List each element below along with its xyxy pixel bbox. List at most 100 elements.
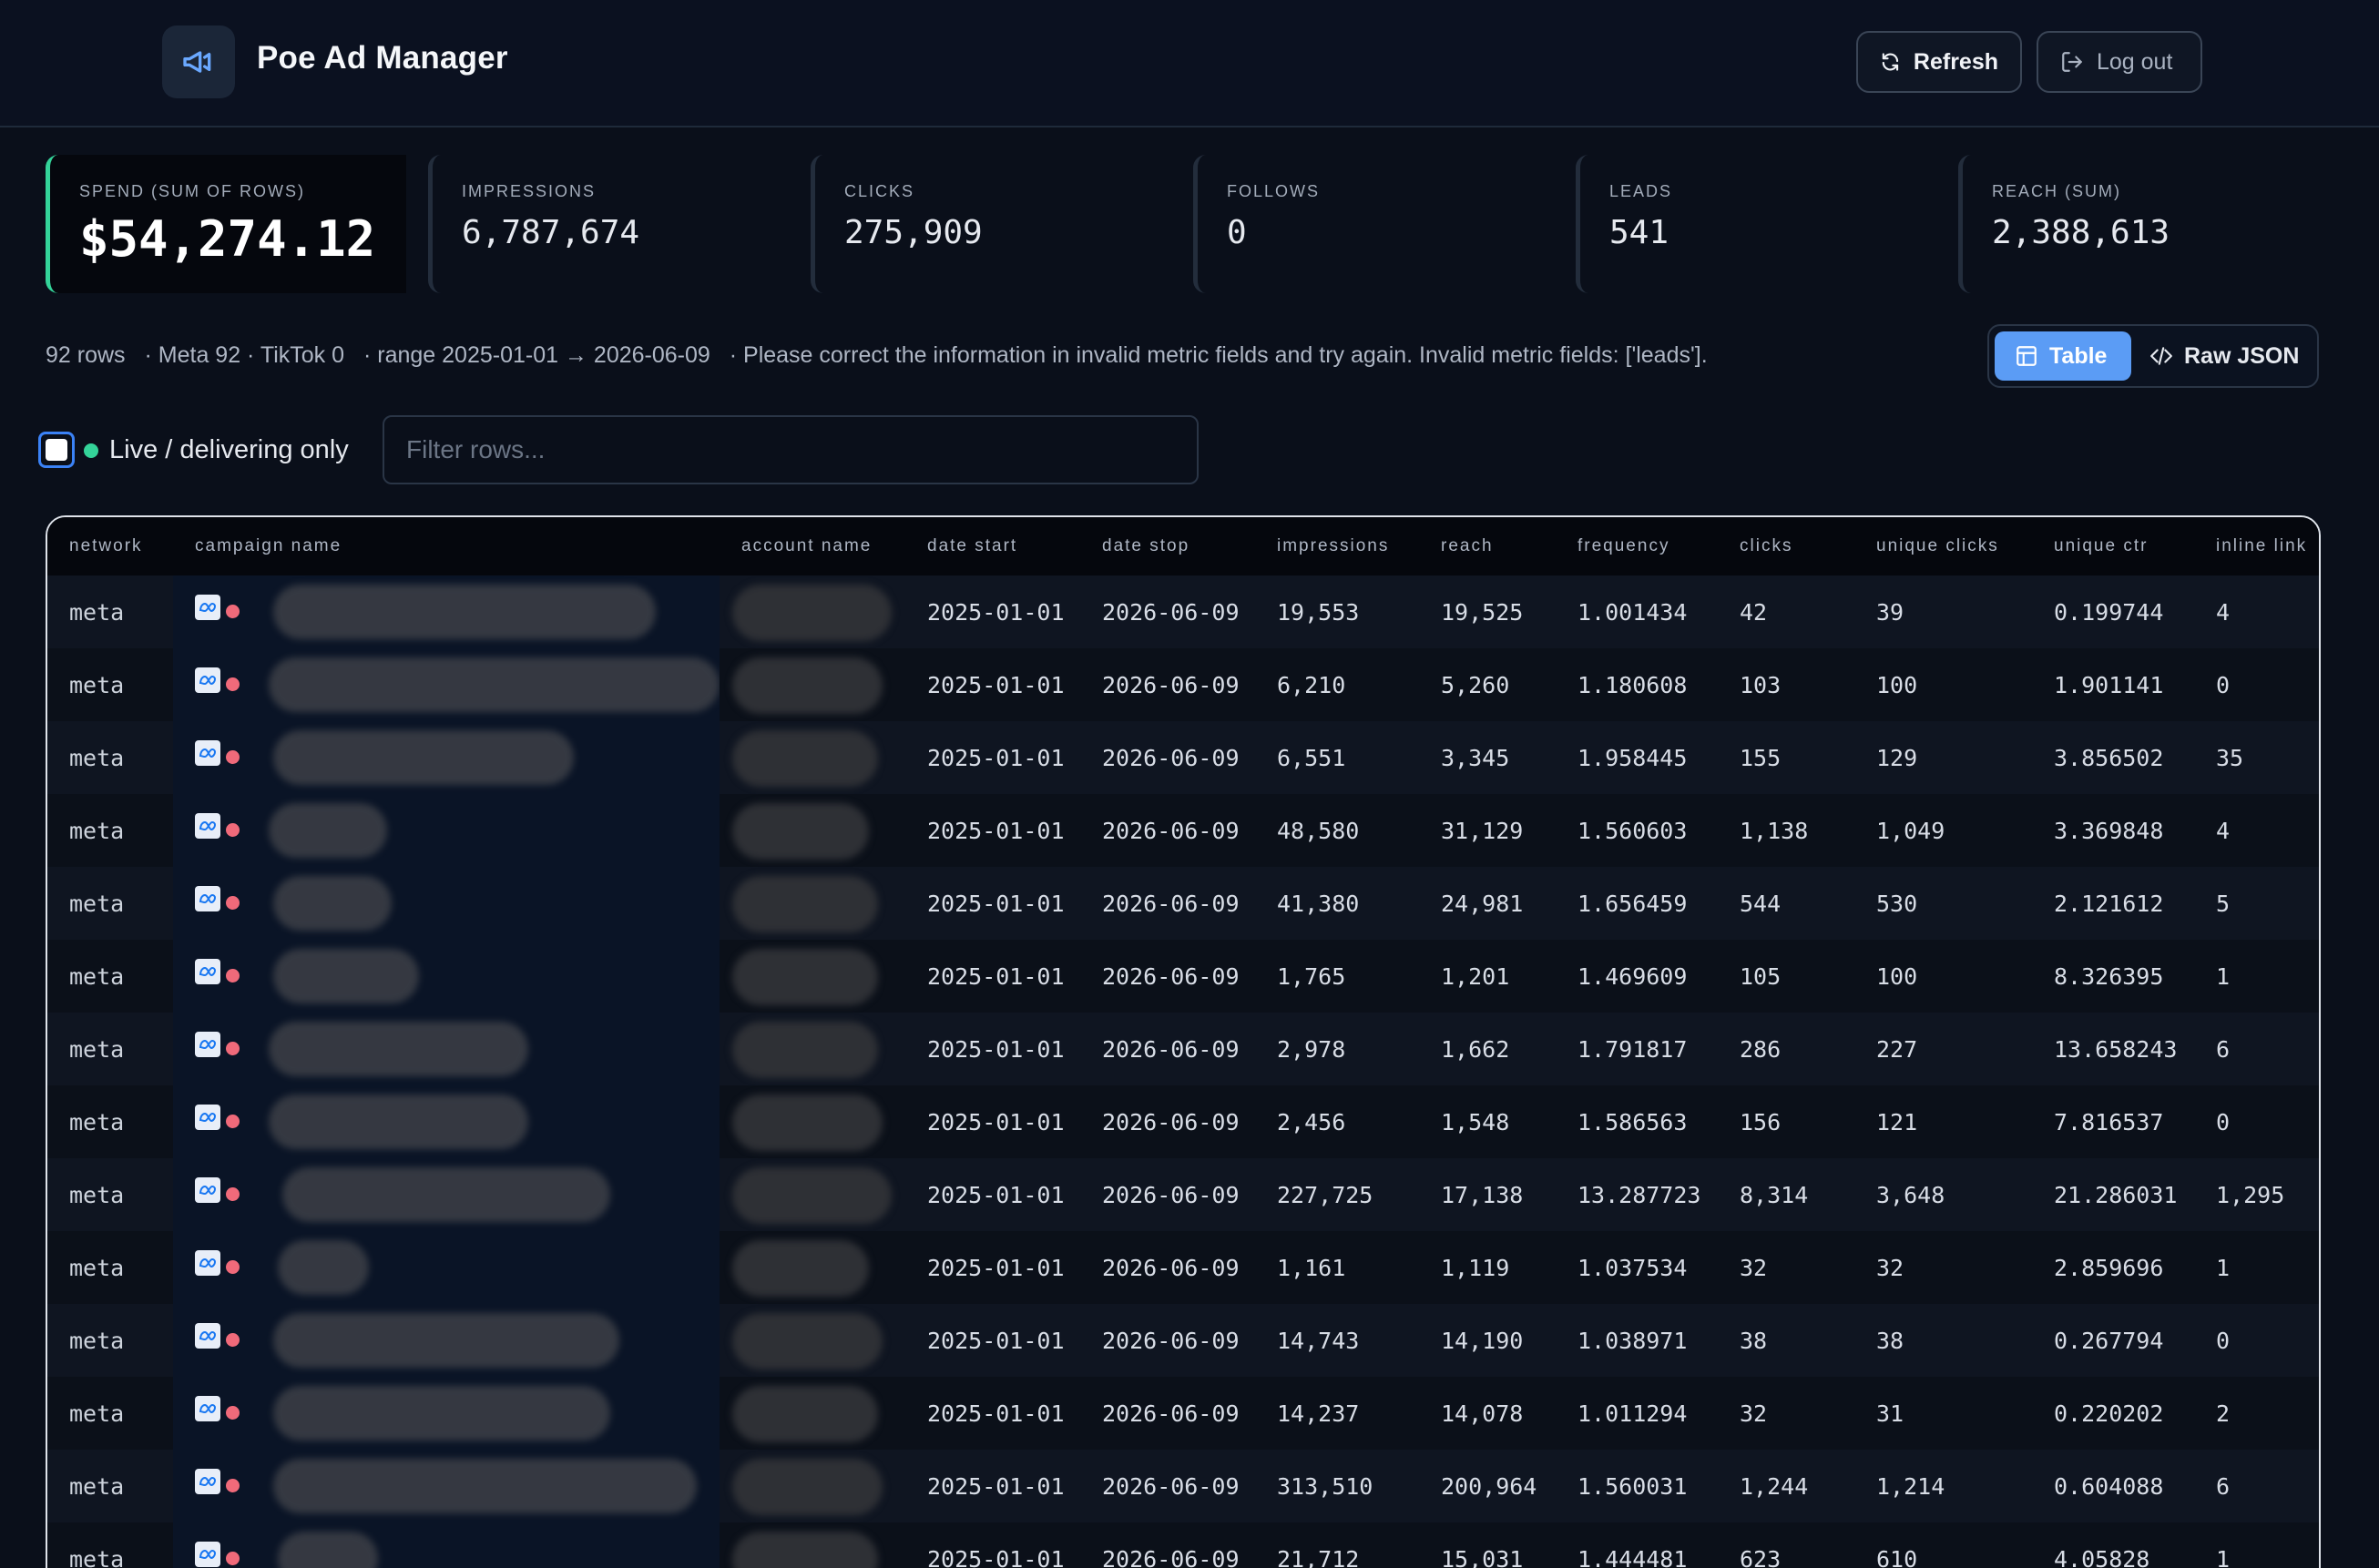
live-only-checkbox[interactable] bbox=[38, 432, 75, 468]
cell-network: meta bbox=[47, 648, 173, 721]
table-row[interactable]: meta 2025-01-01 2026-06-09 6,210 5,260 1.1806… bbox=[47, 648, 2319, 721]
col-header-date-start[interactable]: date start bbox=[905, 517, 1080, 575]
redacted-campaign-name bbox=[273, 1459, 697, 1513]
cell-date-stop: 2026-06-09 bbox=[1080, 1304, 1255, 1377]
stat-card-impressions: IMPRESSIONS 6,787,674 bbox=[428, 155, 789, 293]
cell-unique-clicks: 1,214 bbox=[1854, 1450, 2032, 1522]
stat-label: CLICKS bbox=[844, 182, 915, 200]
col-header-inline-link[interactable]: inline link bbox=[2194, 517, 2319, 575]
cell-unique-ctr: 0.199744 bbox=[2032, 575, 2194, 648]
redacted-account-name bbox=[732, 1095, 883, 1151]
cell-account-name bbox=[720, 940, 905, 1013]
cell-reach: 14,190 bbox=[1419, 1304, 1556, 1377]
meta-logo-icon bbox=[195, 1542, 220, 1567]
col-header-date-stop[interactable]: date stop bbox=[1080, 517, 1255, 575]
raw-json-button[interactable]: Raw JSON bbox=[2148, 331, 2312, 381]
table-row[interactable]: meta 2025-01-01 2026-06-09 21,712 15,031 1.44… bbox=[47, 1522, 2319, 1568]
status-dot-icon bbox=[226, 1187, 240, 1201]
col-header-network[interactable]: network bbox=[47, 517, 173, 575]
cell-campaign-name[interactable] bbox=[173, 940, 720, 1013]
cell-inline-link: 1,295 bbox=[2194, 1158, 2319, 1231]
cell-inline-link: 4 bbox=[2194, 575, 2319, 648]
view-toggle: Table Raw JSON bbox=[1987, 324, 2319, 388]
stat-card-spend: SPEND (SUM OF ROWS) $54,274.12 bbox=[46, 155, 406, 293]
col-header-campaign-name[interactable]: campaign name bbox=[173, 517, 720, 575]
live-only-label[interactable]: Live / delivering only bbox=[109, 435, 349, 465]
logout-label: Log out bbox=[2097, 48, 2173, 75]
col-header-impressions[interactable]: impressions bbox=[1255, 517, 1419, 575]
cell-impressions: 1,765 bbox=[1255, 940, 1419, 1013]
cell-campaign-name[interactable] bbox=[173, 1377, 720, 1450]
cell-clicks: 155 bbox=[1718, 721, 1854, 794]
redacted-campaign-name bbox=[273, 1386, 610, 1441]
stat-label: FOLLOWS bbox=[1227, 182, 1321, 200]
status-dot-icon bbox=[226, 1260, 240, 1274]
filter-rows-input[interactable] bbox=[383, 415, 1199, 484]
cell-clicks: 1,138 bbox=[1718, 794, 1854, 867]
stat-value: 275,909 bbox=[844, 214, 983, 251]
col-header-clicks[interactable]: clicks bbox=[1718, 517, 1854, 575]
cell-campaign-name[interactable] bbox=[173, 1085, 720, 1158]
table-row[interactable]: meta 2025-01-01 2026-06-09 14,237 14,078 1.01… bbox=[47, 1377, 2319, 1450]
cell-network: meta bbox=[47, 1450, 173, 1522]
table-row[interactable]: meta 2025-01-01 2026-06-09 227,725 17,138 13.… bbox=[47, 1158, 2319, 1231]
meta-logo-icon bbox=[195, 1250, 220, 1276]
table-row[interactable]: meta 2025-01-01 2026-06-09 2,978 1,662 1.7918… bbox=[47, 1013, 2319, 1085]
col-header-unique-clicks[interactable]: unique clicks bbox=[1854, 517, 2032, 575]
redacted-campaign-name bbox=[278, 1532, 378, 1568]
table-row[interactable]: meta 2025-01-01 2026-06-09 313,510 200,964 1.… bbox=[47, 1450, 2319, 1522]
cell-campaign-name[interactable] bbox=[173, 867, 720, 940]
refresh-button[interactable]: Refresh bbox=[1856, 31, 2022, 93]
redacted-campaign-name bbox=[269, 1095, 528, 1149]
code-icon bbox=[2150, 347, 2172, 365]
cell-campaign-name[interactable] bbox=[173, 1158, 720, 1231]
cell-clicks: 103 bbox=[1718, 648, 1854, 721]
stat-value: 0 bbox=[1227, 214, 1247, 251]
table-row[interactable]: meta 2025-01-01 2026-06-09 1,765 1,201 1.4696… bbox=[47, 940, 2319, 1013]
cell-campaign-name[interactable] bbox=[173, 1304, 720, 1377]
col-header-account-name[interactable]: account name bbox=[720, 517, 905, 575]
cell-campaign-name[interactable] bbox=[173, 1522, 720, 1568]
col-header-reach[interactable]: reach bbox=[1419, 517, 1556, 575]
cell-unique-clicks: 38 bbox=[1854, 1304, 2032, 1377]
cell-date-stop: 2026-06-09 bbox=[1080, 794, 1255, 867]
redacted-account-name bbox=[732, 1167, 892, 1224]
table-view-button[interactable]: Table bbox=[1995, 331, 2131, 381]
cell-date-start: 2025-01-01 bbox=[905, 648, 1080, 721]
cell-campaign-name[interactable] bbox=[173, 648, 720, 721]
col-header-unique-ctr[interactable]: unique ctr bbox=[2032, 517, 2194, 575]
cell-campaign-name[interactable] bbox=[173, 794, 720, 867]
cell-campaign-name[interactable] bbox=[173, 1231, 720, 1304]
cell-clicks: 32 bbox=[1718, 1377, 1854, 1450]
table-row[interactable]: meta 2025-01-01 2026-06-09 41,380 24,981 1.65… bbox=[47, 867, 2319, 940]
status-dot-icon bbox=[226, 969, 240, 983]
cell-network: meta bbox=[47, 575, 173, 648]
cell-reach: 14,078 bbox=[1419, 1377, 1556, 1450]
table-row[interactable]: meta 2025-01-01 2026-06-09 6,551 3,345 1.9584… bbox=[47, 721, 2319, 794]
cell-network: meta bbox=[47, 1013, 173, 1085]
cell-account-name bbox=[720, 1013, 905, 1085]
cell-unique-ctr: 21.286031 bbox=[2032, 1158, 2194, 1231]
redacted-account-name bbox=[732, 1022, 878, 1078]
logout-button[interactable]: Log out bbox=[2037, 31, 2202, 93]
redacted-account-name bbox=[732, 585, 892, 641]
meta-logo-icon bbox=[195, 1396, 220, 1421]
cell-inline-link: 4 bbox=[2194, 794, 2319, 867]
table-row[interactable]: meta 2025-01-01 2026-06-09 1,161 1,119 1.0375… bbox=[47, 1231, 2319, 1304]
stat-card-leads: LEADS 541 bbox=[1576, 155, 1936, 293]
table-row[interactable]: meta 2025-01-01 2026-06-09 19,553 19,525 1.00… bbox=[47, 575, 2319, 648]
cell-inline-link: 5 bbox=[2194, 867, 2319, 940]
col-header-frequency[interactable]: frequency bbox=[1556, 517, 1718, 575]
cell-campaign-name[interactable] bbox=[173, 1013, 720, 1085]
cell-unique-clicks: 39 bbox=[1854, 575, 2032, 648]
table-row[interactable]: meta 2025-01-01 2026-06-09 2,456 1,548 1.5865… bbox=[47, 1085, 2319, 1158]
cell-date-start: 2025-01-01 bbox=[905, 1377, 1080, 1450]
cell-inline-link: 1 bbox=[2194, 1231, 2319, 1304]
table-row[interactable]: meta 2025-01-01 2026-06-09 14,743 14,190 1.03… bbox=[47, 1304, 2319, 1377]
table-row[interactable]: meta 2025-01-01 2026-06-09 48,580 31,129 1.56… bbox=[47, 794, 2319, 867]
meta-logo-icon bbox=[195, 813, 220, 839]
cell-campaign-name[interactable] bbox=[173, 721, 720, 794]
cell-campaign-name[interactable] bbox=[173, 1450, 720, 1522]
table-header-row: network campaign name account name date … bbox=[47, 517, 2319, 575]
cell-campaign-name[interactable] bbox=[173, 575, 720, 648]
